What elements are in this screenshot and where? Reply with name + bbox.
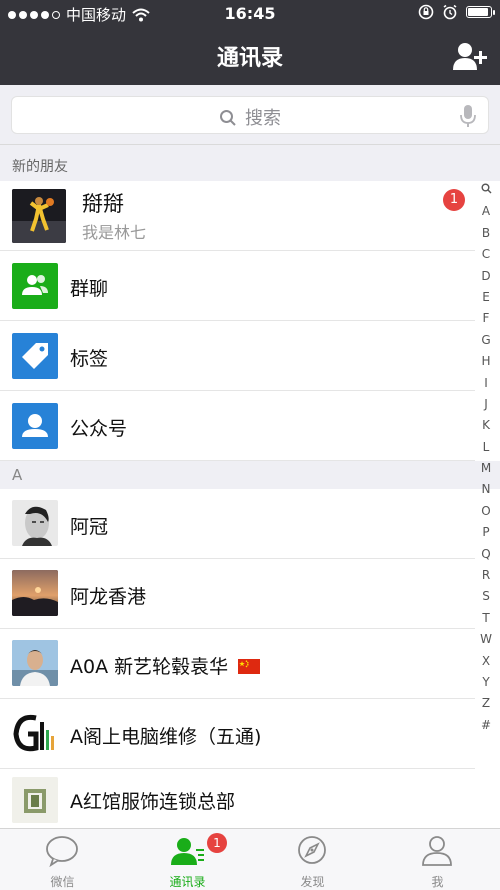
index-letter[interactable]: P	[476, 522, 496, 543]
contact-name: 阿龙香港	[70, 586, 147, 608]
new-friend-name: 搿搿	[82, 192, 124, 216]
tab-discover-label: 发现	[300, 875, 325, 889]
index-letter[interactable]: #	[476, 715, 496, 736]
index-search-icon[interactable]	[476, 180, 496, 201]
alphabet-index[interactable]: A B C D E F G H I J K L M N O P Q R S T W X Y Z #	[476, 180, 496, 736]
index-letter[interactable]: E	[476, 287, 496, 308]
index-letter[interactable]: K	[476, 415, 496, 436]
china-flag-icon	[238, 659, 261, 674]
tab-me[interactable]: 我	[375, 829, 500, 890]
tab-chats-label: 微信	[50, 875, 75, 889]
index-letter[interactable]: A	[476, 201, 496, 222]
contact-row[interactable]: A阁上电脑维修（五通)	[0, 699, 475, 769]
chat-bubble-icon	[46, 836, 78, 867]
compass-icon	[298, 836, 326, 864]
page-title: 通讯录	[216, 46, 283, 71]
index-letter[interactable]: G	[476, 330, 496, 351]
avatar	[12, 570, 58, 616]
new-friends-header: 新的朋友	[0, 145, 500, 181]
index-letter[interactable]: H	[476, 351, 496, 372]
contact-name: A红馆服饰连锁总部	[70, 791, 235, 813]
index-letter[interactable]: T	[476, 608, 496, 629]
contact-row[interactable]: 阿冠	[0, 489, 475, 559]
index-letter[interactable]: J	[476, 394, 496, 415]
rotation-lock-icon	[418, 4, 434, 20]
contacts-icon	[171, 838, 204, 865]
tab-chats[interactable]: 微信	[0, 829, 125, 890]
top-bar: 中国移动 16:45 通讯录	[0, 0, 500, 85]
index-letter[interactable]: Q	[476, 544, 496, 565]
tags-row[interactable]: 标签	[0, 321, 475, 391]
contact-name: 阿冠	[70, 516, 109, 538]
index-letter[interactable]: N	[476, 479, 496, 500]
index-letter[interactable]: I	[476, 373, 496, 394]
index-letter[interactable]: B	[476, 223, 496, 244]
add-contact-icon[interactable]	[452, 40, 488, 72]
index-letter[interactable]: O	[476, 501, 496, 522]
person-icon	[422, 836, 452, 866]
index-letter[interactable]: S	[476, 586, 496, 607]
unread-badge: 1	[443, 189, 465, 211]
contact-name: A阁上电脑维修（五通)	[70, 726, 262, 748]
index-letter[interactable]: D	[476, 266, 496, 287]
status-bar: 中国移动 16:45	[0, 0, 500, 28]
official-accounts-row[interactable]: 公众号	[0, 391, 475, 461]
contact-row[interactable]: A红馆服饰连锁总部	[0, 769, 475, 829]
search-area: 搜索	[0, 85, 500, 145]
avatar	[12, 500, 58, 546]
index-letter[interactable]: R	[476, 565, 496, 586]
index-letter[interactable]: C	[476, 244, 496, 265]
avatar	[12, 777, 58, 823]
search-placeholder: 搜索	[245, 108, 281, 129]
avatar	[12, 710, 58, 756]
tags-label: 标签	[70, 348, 109, 370]
group-chat-row[interactable]: 群聊	[0, 251, 475, 321]
contact-row[interactable]: 阿龙香港	[0, 559, 475, 629]
contact-name: A0A 新艺轮毂袁华	[70, 656, 229, 678]
search-icon	[220, 110, 236, 126]
group-chat-label: 群聊	[70, 278, 109, 300]
index-letter[interactable]: F	[476, 308, 496, 329]
tag-icon	[12, 333, 58, 379]
tab-bar: 微信 1 通讯录 发现 我	[0, 828, 500, 890]
index-letter[interactable]: W	[476, 629, 496, 650]
official-account-icon	[12, 403, 58, 449]
tab-discover[interactable]: 发现	[250, 829, 375, 890]
tab-me-label: 我	[431, 875, 444, 889]
official-accounts-label: 公众号	[70, 418, 128, 440]
avatar	[12, 640, 58, 686]
group-chat-icon	[12, 263, 58, 309]
tab-contacts-label: 通讯录	[169, 875, 206, 889]
tab-contacts[interactable]: 1 通讯录	[125, 829, 250, 890]
index-letter[interactable]: X	[476, 651, 496, 672]
index-letter[interactable]: Y	[476, 672, 496, 693]
index-letter[interactable]: L	[476, 437, 496, 458]
microphone-icon[interactable]	[460, 104, 476, 128]
new-friend-message: 我是林七	[82, 223, 147, 242]
search-input[interactable]: 搜索	[11, 96, 489, 134]
contact-row[interactable]: A0A 新艺轮毂袁华	[0, 629, 475, 699]
section-header-a: A	[0, 461, 500, 489]
alarm-icon	[443, 4, 457, 20]
avatar	[12, 189, 66, 243]
new-friend-row[interactable]: 搿搿 我是林七 1	[0, 181, 475, 251]
index-letter[interactable]: Z	[476, 693, 496, 714]
battery-icon	[466, 6, 495, 18]
index-letter[interactable]: M	[476, 458, 496, 479]
tab-contacts-badge: 1	[207, 833, 227, 853]
